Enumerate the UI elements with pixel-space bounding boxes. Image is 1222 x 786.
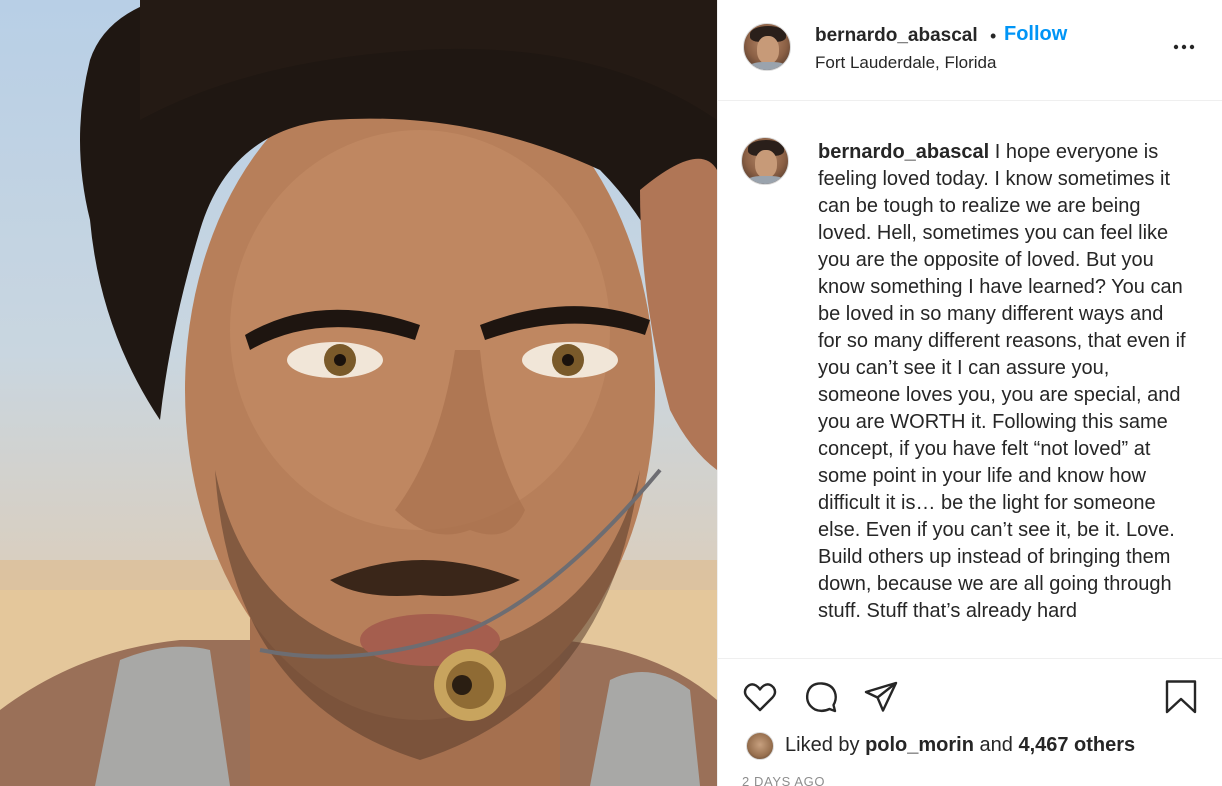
more-options-icon[interactable] [1172, 35, 1196, 59]
likes-summary: Liked by polo_morin and 4,467 others [785, 734, 1135, 757]
author-username[interactable]: bernardo_abascal [815, 25, 978, 47]
heart-icon[interactable] [742, 679, 778, 715]
likes-row: Liked by polo_morin and 4,467 others [718, 730, 1222, 764]
caption-text: bernardo_abascal I hope everyone is feel… [818, 139, 1190, 625]
bookmark-icon[interactable] [1163, 679, 1199, 715]
likes-count[interactable]: 4,467 others [1018, 734, 1135, 756]
caption-section[interactable]: bernardo_abascal I hope everyone is feel… [718, 101, 1222, 659]
action-bar [718, 660, 1222, 730]
likes-prefix: Liked by [785, 734, 860, 756]
post-side-panel: bernardo_abascal • Follow Fort Lauderdal… [718, 0, 1222, 786]
caption-username[interactable]: bernardo_abascal [818, 141, 989, 163]
post-header: bernardo_abascal • Follow Fort Lauderdal… [718, 0, 1222, 101]
caption-body: I hope everyone is feeling loved today. … [818, 141, 1186, 622]
comment-icon[interactable] [803, 679, 839, 715]
follow-button[interactable]: Follow [1004, 23, 1067, 46]
share-icon[interactable] [863, 679, 899, 715]
liker-username[interactable]: polo_morin [865, 734, 974, 756]
separator-dot: • [990, 26, 997, 46]
caption-author-avatar[interactable] [741, 137, 789, 185]
likes-connector: and [979, 734, 1013, 756]
author-avatar[interactable] [743, 23, 791, 71]
post-photo[interactable] [0, 0, 717, 786]
post-location[interactable]: Fort Lauderdale, Florida [815, 53, 996, 73]
post-timestamp[interactable]: 2 DAYS AGO [742, 774, 825, 786]
liker-avatar[interactable] [746, 732, 774, 760]
portrait-image [0, 0, 717, 786]
